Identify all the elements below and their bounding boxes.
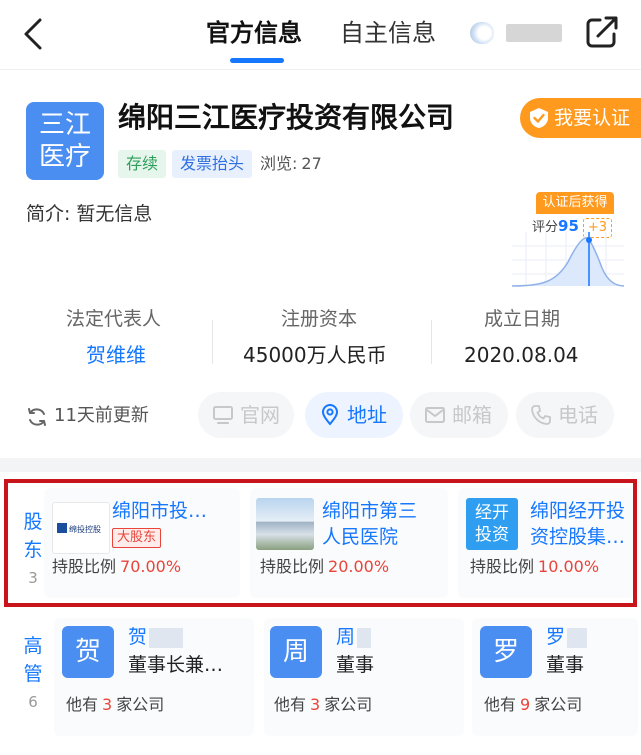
location-pin-icon (321, 404, 339, 426)
count-number: 3 (102, 695, 113, 714)
view-count: 浏览: 27 (260, 150, 322, 178)
blurred-name (357, 627, 372, 648)
logo-line-2: 医疗 (38, 142, 91, 172)
status-badge: 存续 (118, 150, 167, 178)
related-company-count: 他有 3 家公司 (66, 694, 164, 716)
capital-label: 注册资本 (281, 308, 358, 330)
executives-label-a: 高 (23, 635, 43, 657)
count-prefix: 他有 (66, 695, 99, 714)
logo-line-1: 三江 (38, 110, 91, 140)
executive-card-1[interactable]: 贺 贺 董事长兼… 他有 3 家公司 (54, 618, 254, 736)
highlight-annotation-box (4, 479, 637, 607)
executive-role: 董事 (336, 654, 375, 676)
count-prefix: 他有 (274, 695, 307, 714)
blurred-name (567, 627, 588, 648)
tab-official-info[interactable]: 官方信息 (206, 16, 302, 50)
phone-icon (531, 405, 551, 425)
views-number: 27 (301, 154, 322, 173)
count-suffix: 家公司 (116, 695, 165, 714)
avatar: 贺 (62, 626, 114, 678)
count-prefix: 他有 (484, 695, 517, 714)
executive-name: 周 (336, 624, 372, 650)
website-button[interactable]: 官网 (198, 392, 294, 438)
monitor-icon (213, 406, 233, 424)
phone-label: 电话 (558, 403, 598, 427)
executive-name-text: 罗 (546, 626, 566, 648)
refresh-icon (28, 408, 46, 426)
email-label: 邮箱 (452, 403, 492, 427)
related-company-count: 他有 3 家公司 (274, 694, 372, 716)
count-number: 3 (310, 695, 321, 714)
back-arrow-icon[interactable] (18, 14, 48, 54)
executives-section-label[interactable]: 高 管 6 (14, 632, 52, 716)
founded-value: 2020.08.04 (464, 343, 579, 367)
executive-role: 董事 (546, 654, 585, 676)
executive-name-text: 贺 (128, 626, 148, 648)
share-icon[interactable] (582, 12, 622, 52)
executive-card-2[interactable]: 周 周 董事 他有 3 家公司 (264, 618, 464, 736)
shield-check-icon (530, 108, 548, 128)
certify-label: 我要认证 (554, 107, 631, 129)
blurred-user-chip[interactable] (470, 22, 562, 44)
legal-rep-label: 法定代表人 (66, 308, 162, 330)
company-intro: 简介: 暂无信息 (26, 200, 152, 228)
founded-label: 成立日期 (484, 308, 561, 330)
related-company-count: 他有 9 家公司 (484, 694, 582, 716)
avatar: 周 (270, 626, 322, 678)
executives-count: 6 (28, 693, 38, 711)
views-label: 浏览: (260, 154, 298, 173)
website-label: 官网 (240, 403, 280, 427)
address-button[interactable]: 地址 (305, 392, 403, 438)
blurred-name (149, 627, 184, 648)
count-number: 9 (520, 695, 531, 714)
company-name: 绵阳三江医疗投资有限公司 (118, 101, 455, 134)
email-button[interactable]: 邮箱 (410, 392, 508, 438)
capital-value: 45000万人民币 (243, 343, 387, 367)
company-detail-page: 官方信息 自主信息 三江 医疗 绵阳三江医疗投资有限公司 我要认证 存续 发票抬… (0, 0, 641, 755)
address-label: 地址 (347, 403, 387, 427)
executives-label-b: 管 (23, 663, 43, 685)
update-text: 11天前更新 (54, 405, 149, 426)
count-suffix: 家公司 (324, 695, 373, 714)
executive-name: 贺 (128, 624, 184, 650)
company-logo: 三江 医疗 (26, 102, 104, 180)
phone-button[interactable]: 电话 (516, 392, 614, 438)
section-divider (0, 458, 641, 472)
intro-label: 简介: (26, 203, 71, 225)
update-status: 11天前更新 (26, 402, 149, 430)
certify-button[interactable]: 我要认证 (520, 98, 641, 138)
score-marker-dot (586, 237, 592, 243)
avatar: 罗 (480, 626, 532, 678)
mail-icon (425, 407, 445, 423)
executive-name-text: 周 (336, 626, 356, 648)
divider (212, 320, 213, 364)
legal-rep-link[interactable]: 贺维维 (86, 340, 146, 370)
blurred-text (506, 24, 562, 42)
divider (431, 320, 432, 364)
certify-reward-badge[interactable]: 认证后获得 (536, 192, 614, 214)
count-suffix: 家公司 (534, 695, 583, 714)
intro-value: 暂无信息 (76, 203, 153, 225)
executive-card-3[interactable]: 罗 罗 董事 他有 9 家公司 (472, 618, 638, 736)
tab-self-info[interactable]: 自主信息 (340, 16, 436, 50)
invoice-title-badge[interactable]: 发票抬头 (172, 150, 253, 178)
active-tab-indicator (230, 58, 284, 63)
top-nav-bar: 官方信息 自主信息 (0, 0, 641, 70)
loading-ring-icon (470, 22, 494, 44)
executive-role: 董事长兼… (128, 654, 224, 676)
score-distribution-chart (512, 232, 624, 287)
executive-name: 罗 (546, 624, 588, 650)
